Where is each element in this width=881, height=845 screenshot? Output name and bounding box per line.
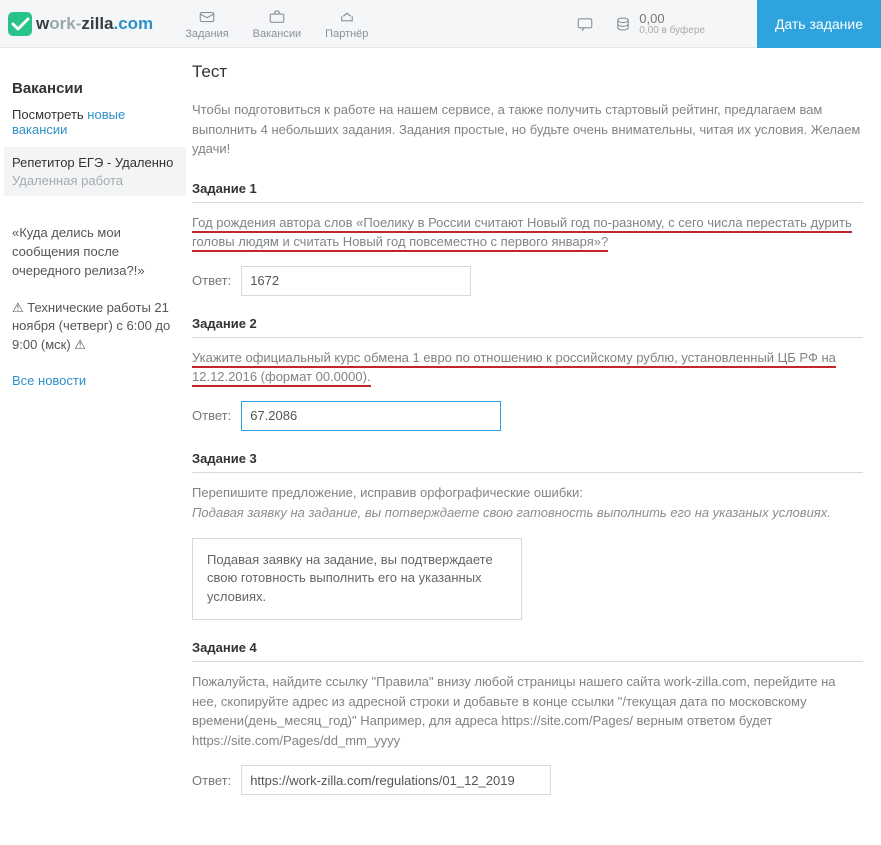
avatar[interactable] <box>723 11 749 37</box>
task-question: Год рождения автора слов «Поелику в Росс… <box>192 215 852 253</box>
task-1: Задание 1 Год рождения автора слов «Поел… <box>192 181 863 296</box>
task-title: Задание 2 <box>192 316 863 338</box>
handshake-icon <box>337 8 357 26</box>
nav-partner[interactable]: Партнёр <box>325 8 368 40</box>
task-question: Пожалуйста, найдите ссылку "Правила" вни… <box>192 672 863 751</box>
balance[interactable]: 0,00 0,00 в буфере <box>613 12 705 36</box>
task-sample: Подавая заявку на задание, вы потверждае… <box>192 503 863 524</box>
sidebar: Вакансии Посмотреть новые вакансии Репет… <box>0 48 186 845</box>
chat-icon[interactable] <box>575 15 595 33</box>
answer-input-1[interactable] <box>241 266 471 296</box>
nav-tasks[interactable]: Задания <box>185 8 228 40</box>
vacancy-subtitle: Удаленная работа <box>12 173 178 188</box>
nav-label: Партнёр <box>325 28 368 40</box>
answer-label: Ответ: <box>192 408 231 423</box>
balance-buffer: 0,00 в буфере <box>639 25 705 36</box>
task-title: Задание 4 <box>192 640 863 662</box>
task-question: Укажите официальный курс обмена 1 евро п… <box>192 350 836 388</box>
task-4: Задание 4 Пожалуйста, найдите ссылку "Пр… <box>192 640 863 795</box>
logo[interactable]: work-zilla.com <box>8 12 153 36</box>
news-item[interactable]: «Куда делись мои сообщения после очередн… <box>12 224 178 281</box>
nav-label: Вакансии <box>253 28 302 40</box>
answer-input-4[interactable] <box>241 765 551 795</box>
answer-label: Ответ: <box>192 273 231 288</box>
sidebar-news: «Куда делись мои сообщения после очередн… <box>12 224 178 355</box>
all-news-link[interactable]: Все новости <box>12 373 178 388</box>
nav-label: Задания <box>185 28 228 40</box>
header: work-zilla.com Задания Вакансии Партнёр … <box>0 0 881 48</box>
view-label: Посмотреть <box>12 107 84 122</box>
top-nav: Задания Вакансии Партнёр <box>185 8 368 40</box>
answer-input-2[interactable] <box>241 401 501 431</box>
balance-amount: 0,00 <box>639 12 705 25</box>
view-vacancies-row: Посмотреть новые вакансии <box>12 107 178 137</box>
task-title: Задание 1 <box>192 181 863 203</box>
vacancy-title: Репетитор ЕГЭ - Удаленно <box>12 155 178 170</box>
page-title: Тест <box>192 62 863 82</box>
logo-text: work-zilla.com <box>36 14 153 34</box>
main-content: Тест Чтобы подготовиться к работе на наш… <box>186 48 881 845</box>
task-3: Задание 3 Перепишите предложение, исправ… <box>192 451 863 621</box>
envelope-check-icon <box>197 8 217 26</box>
vacancies-heading: Вакансии <box>12 80 178 97</box>
sidebar-active-vacancy[interactable]: Репетитор ЕГЭ - Удаленно Удаленная работ… <box>4 147 186 196</box>
task-question: Перепишите предложение, исправив орфогра… <box>192 483 863 504</box>
answer-label: Ответ: <box>192 773 231 788</box>
intro-text: Чтобы подготовиться к работе на нашем се… <box>192 100 863 159</box>
answer-textarea-3[interactable]: Подавая заявку на задание, вы подтвержда… <box>192 538 522 621</box>
nav-vacancies[interactable]: Вакансии <box>253 8 302 40</box>
create-task-button[interactable]: Дать задание <box>757 0 881 48</box>
news-item[interactable]: ⚠ Технические работы 21 ноября (четверг)… <box>12 299 178 356</box>
task-2: Задание 2 Укажите официальный курс обмен… <box>192 316 863 431</box>
header-right: 0,00 0,00 в буфере <box>575 11 749 37</box>
task-title: Задание 3 <box>192 451 863 473</box>
check-icon <box>8 12 32 36</box>
coins-icon <box>613 15 633 33</box>
briefcase-icon <box>267 8 287 26</box>
